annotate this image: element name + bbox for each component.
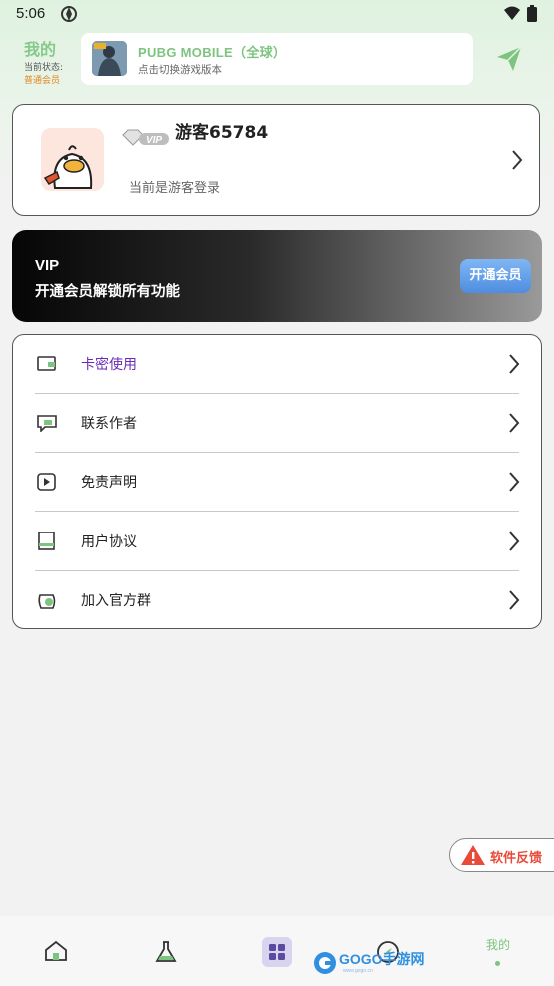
wifi-icon: [503, 5, 521, 25]
game-name: PUBG MOBILE（全球）: [138, 45, 287, 60]
page-title: 我的: [24, 40, 57, 59]
game-subtitle: 点击切换游戏版本: [138, 64, 222, 76]
avatar[interactable]: [41, 128, 104, 191]
menu-item-join-group[interactable]: 加入官方群: [13, 571, 540, 629]
member-state-value: 普通会员: [24, 76, 61, 86]
menu-item-label: 免责声明: [81, 475, 137, 491]
nav-lab[interactable]: [126, 916, 206, 986]
menu-item-label: 联系作者: [81, 416, 137, 432]
chevron-right-icon: [507, 412, 521, 438]
vip-badge: VIP: [121, 129, 171, 151]
play-icon: [37, 473, 57, 495]
menu-item-user-agreement[interactable]: 用户协议: [13, 512, 540, 570]
watermark-subtext: www.gogo.cn: [343, 968, 373, 974]
menu-item-card-redeem[interactable]: 卡密使用: [13, 335, 540, 393]
profile-card[interactable]: VIP 游客65784 当前是游客登录: [12, 104, 540, 216]
watermark-text: GOGO手游网: [339, 951, 425, 967]
battery-icon: [527, 5, 537, 26]
menu-item-label: 用户协议: [81, 534, 137, 550]
book-icon: [37, 531, 57, 554]
username: 游客65784: [175, 123, 269, 143]
home-icon: [44, 940, 68, 966]
nav-tools[interactable]: [237, 916, 317, 986]
nav-home[interactable]: [16, 916, 96, 986]
chevron-right-icon: [507, 353, 521, 379]
feedback-label: 软件反馈: [490, 851, 543, 866]
vip-banner-title: VIP: [35, 257, 60, 274]
grid-icon: [262, 937, 292, 971]
nav-active-indicator: [495, 961, 500, 966]
menu-item-label: 加入官方群: [81, 593, 151, 609]
nav-mine[interactable]: 我的: [486, 936, 510, 953]
menu-item-disclaimer[interactable]: 免责声明: [13, 453, 540, 511]
card-icon: [37, 355, 57, 377]
game-icon: [92, 41, 127, 76]
send-icon[interactable]: [496, 46, 522, 76]
member-state-label: 当前状态:: [24, 63, 64, 73]
game-switch-card[interactable]: PUBG MOBILE（全球） 点击切换游戏版本: [81, 33, 473, 85]
status-time: 5:06: [16, 5, 46, 22]
menu-list: 卡密使用 联系作者 免责声明 用户协议 加入官方群: [12, 334, 542, 629]
login-note: 当前是游客登录: [129, 181, 221, 196]
warning-icon: [460, 844, 486, 870]
flask-icon: [154, 940, 178, 968]
chevron-right-icon: [507, 471, 521, 497]
open-membership-button[interactable]: 开通会员: [460, 259, 531, 293]
vip-badge-text: VIP: [146, 135, 162, 146]
vip-banner: VIP 开通会员解锁所有功能 开通会员: [12, 230, 542, 322]
chevron-right-icon: [507, 589, 521, 615]
sync-icon: [60, 5, 78, 27]
menu-item-label: 卡密使用: [81, 357, 137, 373]
chevron-right-icon: [510, 149, 524, 175]
menu-item-contact-author[interactable]: 联系作者: [13, 394, 540, 452]
vip-banner-subtitle: 开通会员解锁所有功能: [35, 284, 180, 300]
feedback-button[interactable]: 软件反馈: [449, 838, 554, 872]
bottom-nav: [0, 916, 554, 986]
chat-icon: [37, 414, 57, 436]
chevron-right-icon: [507, 530, 521, 556]
status-bar: 5:06: [0, 0, 554, 28]
group-icon: [37, 591, 57, 615]
